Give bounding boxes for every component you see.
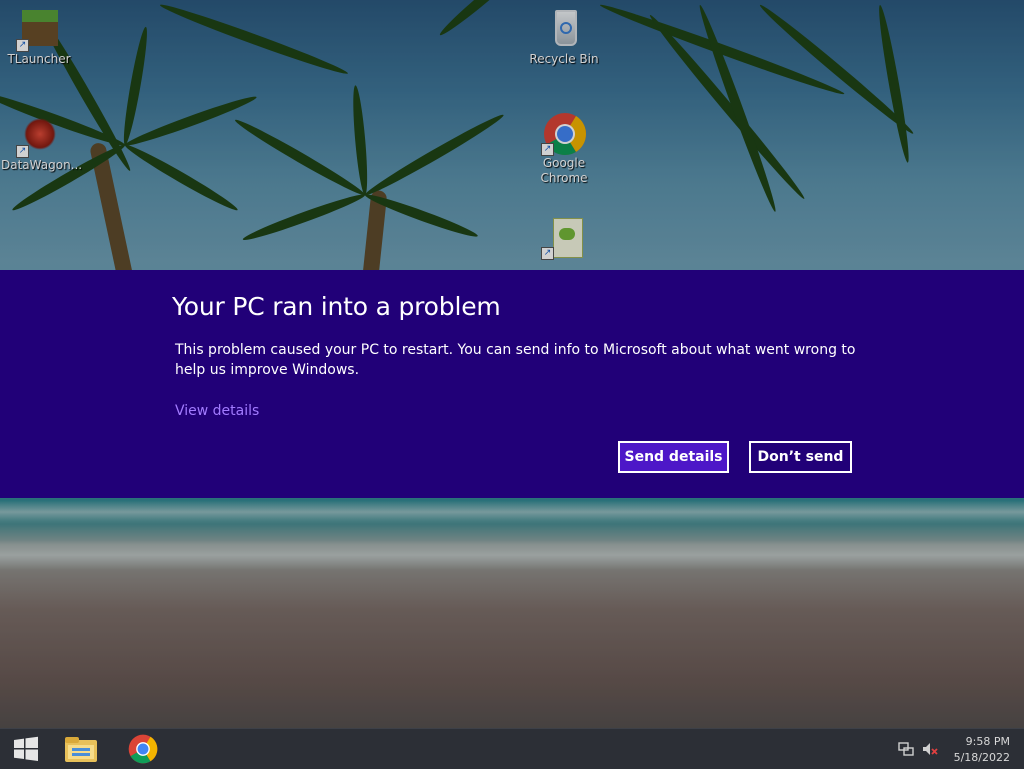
desktop-icon-datawagon[interactable]: ↗ DataWagon... bbox=[1, 114, 83, 173]
shortcut-arrow-icon: ↗ bbox=[541, 143, 554, 156]
desktop-icon-label: TLauncher bbox=[7, 52, 71, 66]
dont-send-button[interactable]: Don’t send bbox=[749, 441, 852, 473]
desktop-icon-recycle-bin[interactable]: Recycle Bin bbox=[526, 8, 602, 67]
error-dialog-message: This problem caused your PC to restart. … bbox=[175, 342, 856, 378]
tray-clock[interactable]: 9:58 PM 5/18/2022 bbox=[954, 734, 1010, 766]
view-details-link[interactable]: View details bbox=[175, 403, 259, 419]
send-details-button[interactable]: Send details bbox=[618, 441, 729, 473]
shortcut-arrow-icon: ↗ bbox=[16, 39, 29, 52]
taskbar: 9:58 PM 5/18/2022 bbox=[0, 728, 1024, 769]
file-explorer-icon bbox=[65, 737, 97, 762]
start-button[interactable] bbox=[0, 729, 52, 769]
volume-muted-icon[interactable] bbox=[922, 741, 938, 757]
taskbar-file-explorer[interactable] bbox=[55, 729, 107, 769]
desktop-icon-label: Recycle Bin bbox=[529, 52, 599, 66]
wallpaper-sea-foam bbox=[0, 540, 1024, 570]
recycle-bin-icon bbox=[543, 8, 585, 50]
shortcut-arrow-icon: ↗ bbox=[16, 145, 29, 158]
chrome-icon: ↗ bbox=[541, 112, 587, 156]
clock-date: 5/18/2022 bbox=[953, 751, 1010, 764]
windows-start-icon bbox=[14, 736, 38, 761]
network-icon[interactable] bbox=[898, 741, 914, 757]
notepad-plus-plus-icon: ↗ bbox=[541, 216, 585, 260]
shortcut-arrow-icon: ↗ bbox=[541, 247, 554, 260]
taskbar-chrome[interactable] bbox=[117, 729, 169, 769]
clock-time: 9:58 PM bbox=[965, 735, 1010, 748]
desktop-icon-label: DataWagon... bbox=[1, 158, 83, 172]
datawagon-icon: ↗ bbox=[16, 114, 60, 158]
desktop-icon-google-chrome[interactable]: ↗ Google Chrome bbox=[526, 112, 602, 186]
error-dialog-title: Your PC ran into a problem bbox=[172, 292, 501, 321]
desktop-icon-tlauncher[interactable]: ↗ TLauncher bbox=[1, 8, 77, 67]
desktop-icon-label: Google Chrome bbox=[540, 156, 588, 185]
wallpaper-sea-foam bbox=[0, 500, 1024, 524]
chrome-icon bbox=[128, 734, 158, 764]
tlauncher-icon: ↗ bbox=[16, 8, 60, 52]
desktop-icon-notepad-plus[interactable]: ↗ bbox=[526, 216, 602, 260]
error-dialog-panel bbox=[0, 270, 1024, 498]
